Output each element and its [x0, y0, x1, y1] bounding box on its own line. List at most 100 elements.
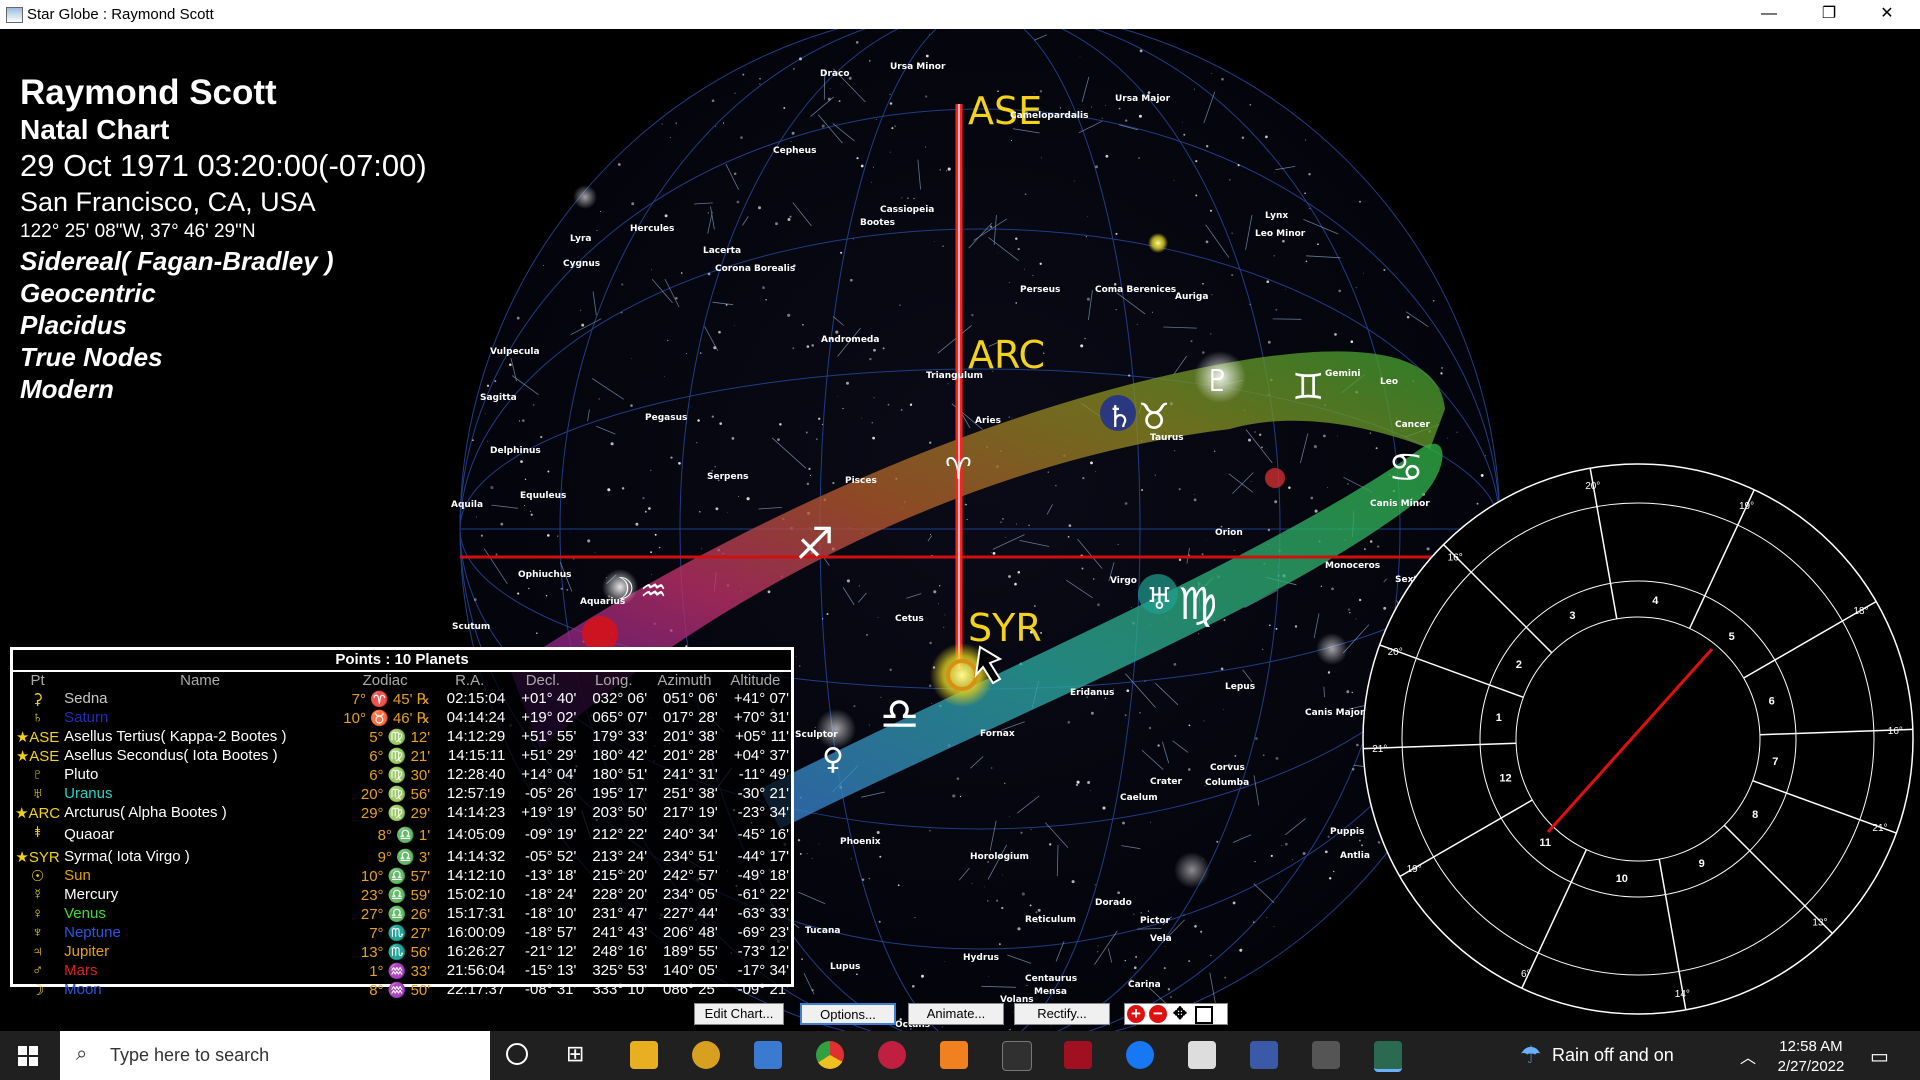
- point-row[interactable]: ♃ Jupiter 13° ♏ 56' 16:26:27 -21° 12' 248° 16…: [13, 942, 791, 961]
- column-header[interactable]: R.A.: [432, 672, 507, 689]
- zoom-in-icon[interactable]: +: [1127, 1005, 1145, 1023]
- clock[interactable]: 12:58 AM 2/27/2022: [1776, 1037, 1846, 1077]
- house-number: 8: [1752, 809, 1758, 821]
- rectify-button[interactable]: Rectify...: [1014, 1003, 1110, 1025]
- point-row[interactable]: ♀ Venus 27° ♎ 26' 15:17:31 -18° 10' 231° 47' 2…: [13, 904, 791, 923]
- column-header[interactable]: Name: [62, 672, 338, 689]
- column-header[interactable]: Azimuth: [649, 672, 720, 689]
- pan-icon[interactable]: ✥: [1171, 1005, 1189, 1023]
- constellation-label: Vulpecula: [490, 347, 540, 357]
- cusp-degree-label: 19°: [1739, 501, 1754, 512]
- column-header[interactable]: Pt: [13, 672, 62, 689]
- chrome-icon[interactable]: [816, 1041, 844, 1069]
- point-row[interactable]: ♂ Mars 1° ♒ 33' 21:56:04 -15° 13' 325° 53' 140…: [13, 961, 791, 980]
- app-icon-shield[interactable]: [1064, 1041, 1092, 1069]
- points-panel[interactable]: Points : 10 Planets Pt Name Zodiac R.A. Decl…: [10, 647, 794, 999]
- house-system-setting: Placidus: [20, 310, 127, 340]
- star-globe-taskbar-icon[interactable]: [1374, 1041, 1402, 1072]
- clock-date: 2/27/2022: [1777, 1058, 1845, 1075]
- photos-icon[interactable]: [754, 1041, 782, 1069]
- point-row[interactable]: ★SYR Syrma( Iota Virgo ) 9° ♎ 3' 14:14:32 -0…: [13, 847, 791, 866]
- point-cell: 27° ♎ 26': [360, 905, 431, 923]
- point-row[interactable]: ⯒ Quaoar 8° ♎ 1' 14:05:09 -09° 19' 212° 22' 24…: [13, 822, 791, 847]
- point-cell: 6° ♍ 21': [369, 747, 431, 765]
- column-header[interactable]: Long.: [578, 672, 649, 689]
- point-cell: -73° 12': [737, 943, 789, 960]
- constellation-label: Serpens: [707, 472, 748, 482]
- constellation-label: Cancer: [1395, 420, 1431, 430]
- point-row[interactable]: ★ASE Asellus Tertius( Kappa-2 Bootes ) 5° …: [13, 727, 791, 746]
- taskbar-search[interactable]: ⌕ Type here to search: [60, 1031, 490, 1080]
- constellation-label: Draco: [820, 69, 850, 79]
- constellation-label: Camelopardalis: [1010, 111, 1088, 121]
- task-view-icon[interactable]: ⊞: [566, 1041, 584, 1067]
- notification-icon[interactable]: ▭: [1870, 1044, 1889, 1069]
- weather-text[interactable]: Rain off and on: [1552, 1045, 1674, 1066]
- taskbar: ⌕ Type here to search ⊞ ☂ Rain off and o…: [0, 1031, 1920, 1080]
- column-header[interactable]: Zodiac: [338, 672, 432, 689]
- app-icon-m[interactable]: [1250, 1041, 1278, 1069]
- constellation-label: Scutum: [452, 622, 490, 632]
- cortana-icon[interactable]: [506, 1043, 528, 1065]
- column-header[interactable]: Altitude: [720, 672, 791, 689]
- close-button[interactable]: ✕: [1864, 0, 1910, 29]
- point-cell: 241° 43': [592, 924, 648, 941]
- planet-glow[interactable]: [1148, 233, 1168, 253]
- point-cell: ☿: [31, 886, 44, 903]
- options-button[interactable]: Options...: [800, 1003, 896, 1025]
- point-cell: 333° 10': [592, 981, 648, 998]
- app-icon-moon[interactable]: [1312, 1041, 1340, 1069]
- point-cell: 242° 57': [663, 867, 718, 884]
- house-number: 7: [1772, 756, 1778, 768]
- point-row[interactable]: ☉ Sun 10° ♎ 57' 14:12:10 -13° 18' 215° 20' 242…: [13, 866, 791, 885]
- restore-button[interactable]: ❐: [1806, 0, 1852, 29]
- point-cell: +04° 37': [733, 747, 789, 764]
- app-icon-sun[interactable]: [692, 1041, 720, 1069]
- point-row[interactable]: ★ASE Asellus Secondus( Iota Bootes ) 6° ♍ …: [13, 746, 791, 765]
- blogger-icon[interactable]: [940, 1041, 968, 1069]
- point-cell: -69° 23': [737, 924, 789, 941]
- point-row[interactable]: ☿ Mercury 23° ♎ 59' 15:02:10 -18° 24' 228° 20…: [13, 885, 791, 904]
- points-table: Pt Name Zodiac R.A. Decl. Long. Azimuth Altitud…: [13, 672, 791, 999]
- point-row[interactable]: ⚳ Sedna 7° ♈ 45' ℞ 02:15:04 +01° 40' 032° 06'…: [13, 689, 791, 708]
- constellation-label: Lynx: [1265, 211, 1288, 221]
- museum-icon[interactable]: [1188, 1041, 1216, 1069]
- constellation-label: Perseus: [1020, 285, 1060, 295]
- fit-view-icon[interactable]: [1195, 1006, 1213, 1024]
- column-header[interactable]: Decl.: [507, 672, 578, 689]
- cusp-degree-label: 16°: [1888, 726, 1903, 737]
- point-cell: 14:12:10: [446, 867, 506, 884]
- app-icon-f[interactable]: [1002, 1041, 1032, 1071]
- edit-chart-button[interactable]: Edit Chart...: [694, 1003, 784, 1025]
- app-icon: [6, 7, 23, 23]
- aries-glyph: ♈: [945, 452, 972, 487]
- zoom-out-icon[interactable]: −: [1149, 1005, 1167, 1023]
- point-cell: ♄: [31, 709, 44, 726]
- point-cell: 201° 38': [663, 728, 718, 745]
- point-cell: 195° 17': [592, 785, 648, 802]
- point-row[interactable]: ★ARC Arcturus( Alpha Bootes ) 29° ♍ 29' 14:…: [13, 803, 791, 822]
- minimize-button[interactable]: —: [1746, 0, 1792, 29]
- constellation-label: Canis Major: [1305, 708, 1365, 718]
- app-icon-red[interactable]: [878, 1041, 906, 1069]
- point-row[interactable]: ♇ Pluto 6° ♍ 30' 12:28:40 +14° 04' 180° 51' 24…: [13, 765, 791, 784]
- animate-button[interactable]: Animate...: [908, 1003, 1004, 1025]
- file-explorer-icon[interactable]: [630, 1041, 658, 1069]
- point-row[interactable]: ♅ Uranus 20° ♍ 56' 12:57:19 -05° 26' 195° 17'…: [13, 784, 791, 803]
- point-cell: 240° 34': [663, 826, 718, 843]
- point-row[interactable]: ☽ Moon 8° ♒ 50' 22:17:37 -08° 31' 333° 10' 086…: [13, 980, 791, 999]
- constellation-label: Triangulum: [926, 371, 983, 381]
- constellation-label: Eridanus: [1070, 688, 1114, 698]
- point-cell: 231° 47': [592, 905, 648, 922]
- windows-start-icon[interactable]: [18, 1046, 38, 1066]
- chevron-up-icon[interactable]: ︿: [1740, 1044, 1756, 1068]
- point-row[interactable]: ♄ Saturn 10° ♉ 46' ℞ 04:14:24 +19° 02' 065° 0…: [13, 708, 791, 727]
- point-row[interactable]: ♆ Neptune 7° ♏ 27' 16:00:09 -18° 57' 241° 43'…: [13, 923, 791, 942]
- point-cell: 14:15:11: [447, 747, 506, 764]
- facebook-icon[interactable]: [1126, 1041, 1154, 1069]
- natal-chart-wheel[interactable]: 123456789101112 16°21°13°14°6°19°21°20°1…: [1362, 463, 1914, 1015]
- taurus-glyph: ♉: [1138, 397, 1170, 438]
- constellation-label: Taurus: [1150, 433, 1184, 443]
- point-cell: Venus: [64, 905, 106, 922]
- point-cell: 234° 05': [663, 886, 718, 903]
